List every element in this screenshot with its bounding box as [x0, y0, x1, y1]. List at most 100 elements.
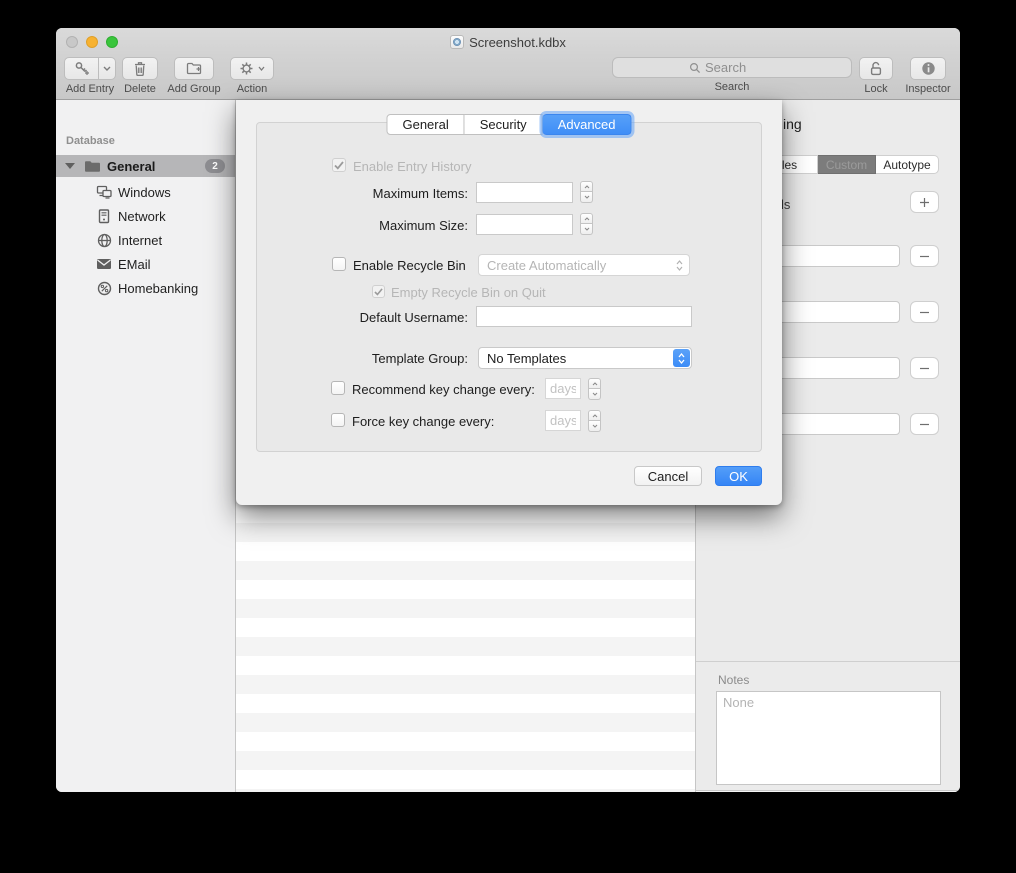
lock-group: Lock — [856, 57, 896, 95]
sidebar-item-homebanking[interactable]: Homebanking — [56, 276, 235, 300]
enable-entry-history-checkbox[interactable] — [332, 158, 346, 172]
force-days-stepper[interactable] — [588, 410, 601, 433]
maximum-items-label: Maximum Items: — [268, 186, 468, 201]
inspector-label: Inspector — [905, 83, 950, 95]
entry-count-badge: 2 — [205, 159, 225, 173]
windows-icon — [95, 185, 113, 199]
inspector-bottom-bar — [696, 790, 960, 792]
add-entry-dropdown[interactable] — [99, 57, 116, 80]
lock-button[interactable] — [859, 57, 893, 80]
default-username-input[interactable] — [476, 306, 692, 327]
empty-recycle-bin-label: Empty Recycle Bin on Quit — [391, 285, 546, 300]
sidebar: Database General 2 Windows Network — [56, 100, 236, 792]
key-plus-icon — [74, 61, 90, 76]
delete-button[interactable] — [122, 57, 158, 80]
divider — [696, 661, 960, 662]
trash-icon — [133, 61, 147, 76]
custom-fields-label: ls — [781, 197, 790, 212]
tab-custom[interactable]: Custom — [818, 155, 876, 174]
settings-tabs: General Security Advanced — [386, 114, 631, 135]
empty-recycle-bin-checkbox[interactable] — [372, 285, 385, 298]
internet-icon — [95, 233, 113, 248]
notes-textarea[interactable] — [716, 691, 941, 785]
titlebar-toolbar: Screenshot.kdbx Add Entry — [56, 28, 960, 100]
recommend-key-change-label: Recommend key change every: — [352, 382, 535, 397]
folder-plus-icon — [186, 62, 202, 75]
folder-icon — [84, 160, 101, 173]
template-group-label: Template Group: — [268, 351, 468, 366]
sidebar-item-internet[interactable]: Internet — [56, 228, 235, 252]
add-group-button[interactable] — [174, 57, 214, 80]
add-custom-field-button[interactable] — [910, 191, 939, 213]
database-settings-sheet: General Security Advanced Enable Entry H… — [236, 100, 782, 505]
popup-chevrons-icon — [673, 349, 690, 367]
tab-general[interactable]: General — [386, 114, 464, 135]
remove-custom-field-button[interactable] — [910, 357, 939, 379]
sidebar-item-general[interactable]: General 2 — [56, 155, 235, 177]
action-button[interactable] — [230, 57, 274, 80]
maximum-items-input[interactable] — [476, 182, 573, 203]
lock-open-icon — [869, 61, 883, 76]
maximum-size-stepper[interactable] — [580, 213, 593, 236]
notes-label: Notes — [718, 673, 749, 687]
recommend-key-change-checkbox[interactable] — [331, 381, 345, 395]
enable-entry-history-label: Enable Entry History — [353, 159, 472, 174]
enable-recycle-bin-checkbox[interactable] — [332, 257, 346, 271]
sidebar-item-label: Internet — [118, 233, 162, 248]
force-days-input[interactable] — [545, 410, 581, 431]
add-entry-group: Add Entry — [64, 57, 116, 95]
maximum-size-label: Maximum Size: — [268, 218, 468, 233]
delete-group: Delete — [120, 57, 160, 95]
maximum-items-stepper[interactable] — [580, 181, 593, 204]
sidebar-item-label: Windows — [118, 185, 171, 200]
enable-recycle-bin-label: Enable Recycle Bin — [353, 258, 466, 273]
tab-autotype[interactable]: Autotype — [876, 155, 939, 174]
tab-advanced[interactable]: Advanced — [543, 114, 632, 135]
sidebar-header: Database — [66, 135, 115, 147]
sidebar-item-network[interactable]: Network — [56, 204, 235, 228]
add-group-group: Add Group — [164, 57, 224, 95]
minus-icon — [919, 255, 930, 258]
delete-label: Delete — [124, 83, 156, 95]
cancel-button[interactable]: Cancel — [634, 466, 702, 486]
ok-button[interactable]: OK — [715, 466, 762, 486]
template-group-popup[interactable]: No Templates — [478, 347, 692, 369]
plus-icon — [919, 197, 930, 208]
search-input[interactable] — [705, 60, 775, 75]
recommend-days-input[interactable] — [545, 378, 581, 399]
add-entry-label: Add Entry — [66, 83, 114, 95]
chevron-down-icon — [103, 66, 111, 71]
inspector-title: ing — [783, 116, 802, 132]
inspector-group: Inspector — [902, 57, 954, 95]
recycle-bin-mode-popup[interactable]: Create Automatically — [478, 254, 690, 276]
force-key-change-label: Force key change every: — [352, 414, 494, 429]
gear-icon — [239, 61, 254, 76]
minus-icon — [919, 311, 930, 314]
remove-custom-field-button[interactable] — [910, 301, 939, 323]
remove-custom-field-button[interactable] — [910, 245, 939, 267]
default-username-label: Default Username: — [268, 310, 468, 325]
sidebar-item-windows[interactable]: Windows — [56, 180, 235, 204]
disclosure-triangle-icon[interactable] — [65, 163, 75, 169]
search-group: Search — [612, 57, 852, 93]
popup-chevrons-icon — [671, 256, 688, 274]
search-icon — [689, 62, 701, 74]
minus-icon — [919, 367, 930, 370]
force-key-change-checkbox[interactable] — [331, 413, 345, 427]
sidebar-item-label: Network — [118, 209, 166, 224]
sidebar-item-email[interactable]: EMail — [56, 252, 235, 276]
email-icon — [95, 258, 113, 270]
search-label: Search — [715, 81, 750, 93]
tab-security[interactable]: Security — [465, 114, 543, 135]
sidebar-item-label: EMail — [118, 257, 151, 272]
sidebar-item-label: Homebanking — [118, 281, 198, 296]
recommend-days-stepper[interactable] — [588, 378, 601, 401]
search-field[interactable] — [612, 57, 852, 78]
maximum-size-input[interactable] — [476, 214, 573, 235]
remove-custom-field-button[interactable] — [910, 413, 939, 435]
minus-icon — [919, 423, 930, 426]
inspector-button[interactable] — [910, 57, 946, 80]
add-entry-button[interactable] — [64, 57, 99, 80]
window-title: Screenshot.kdbx — [469, 35, 566, 50]
info-icon — [921, 61, 936, 76]
